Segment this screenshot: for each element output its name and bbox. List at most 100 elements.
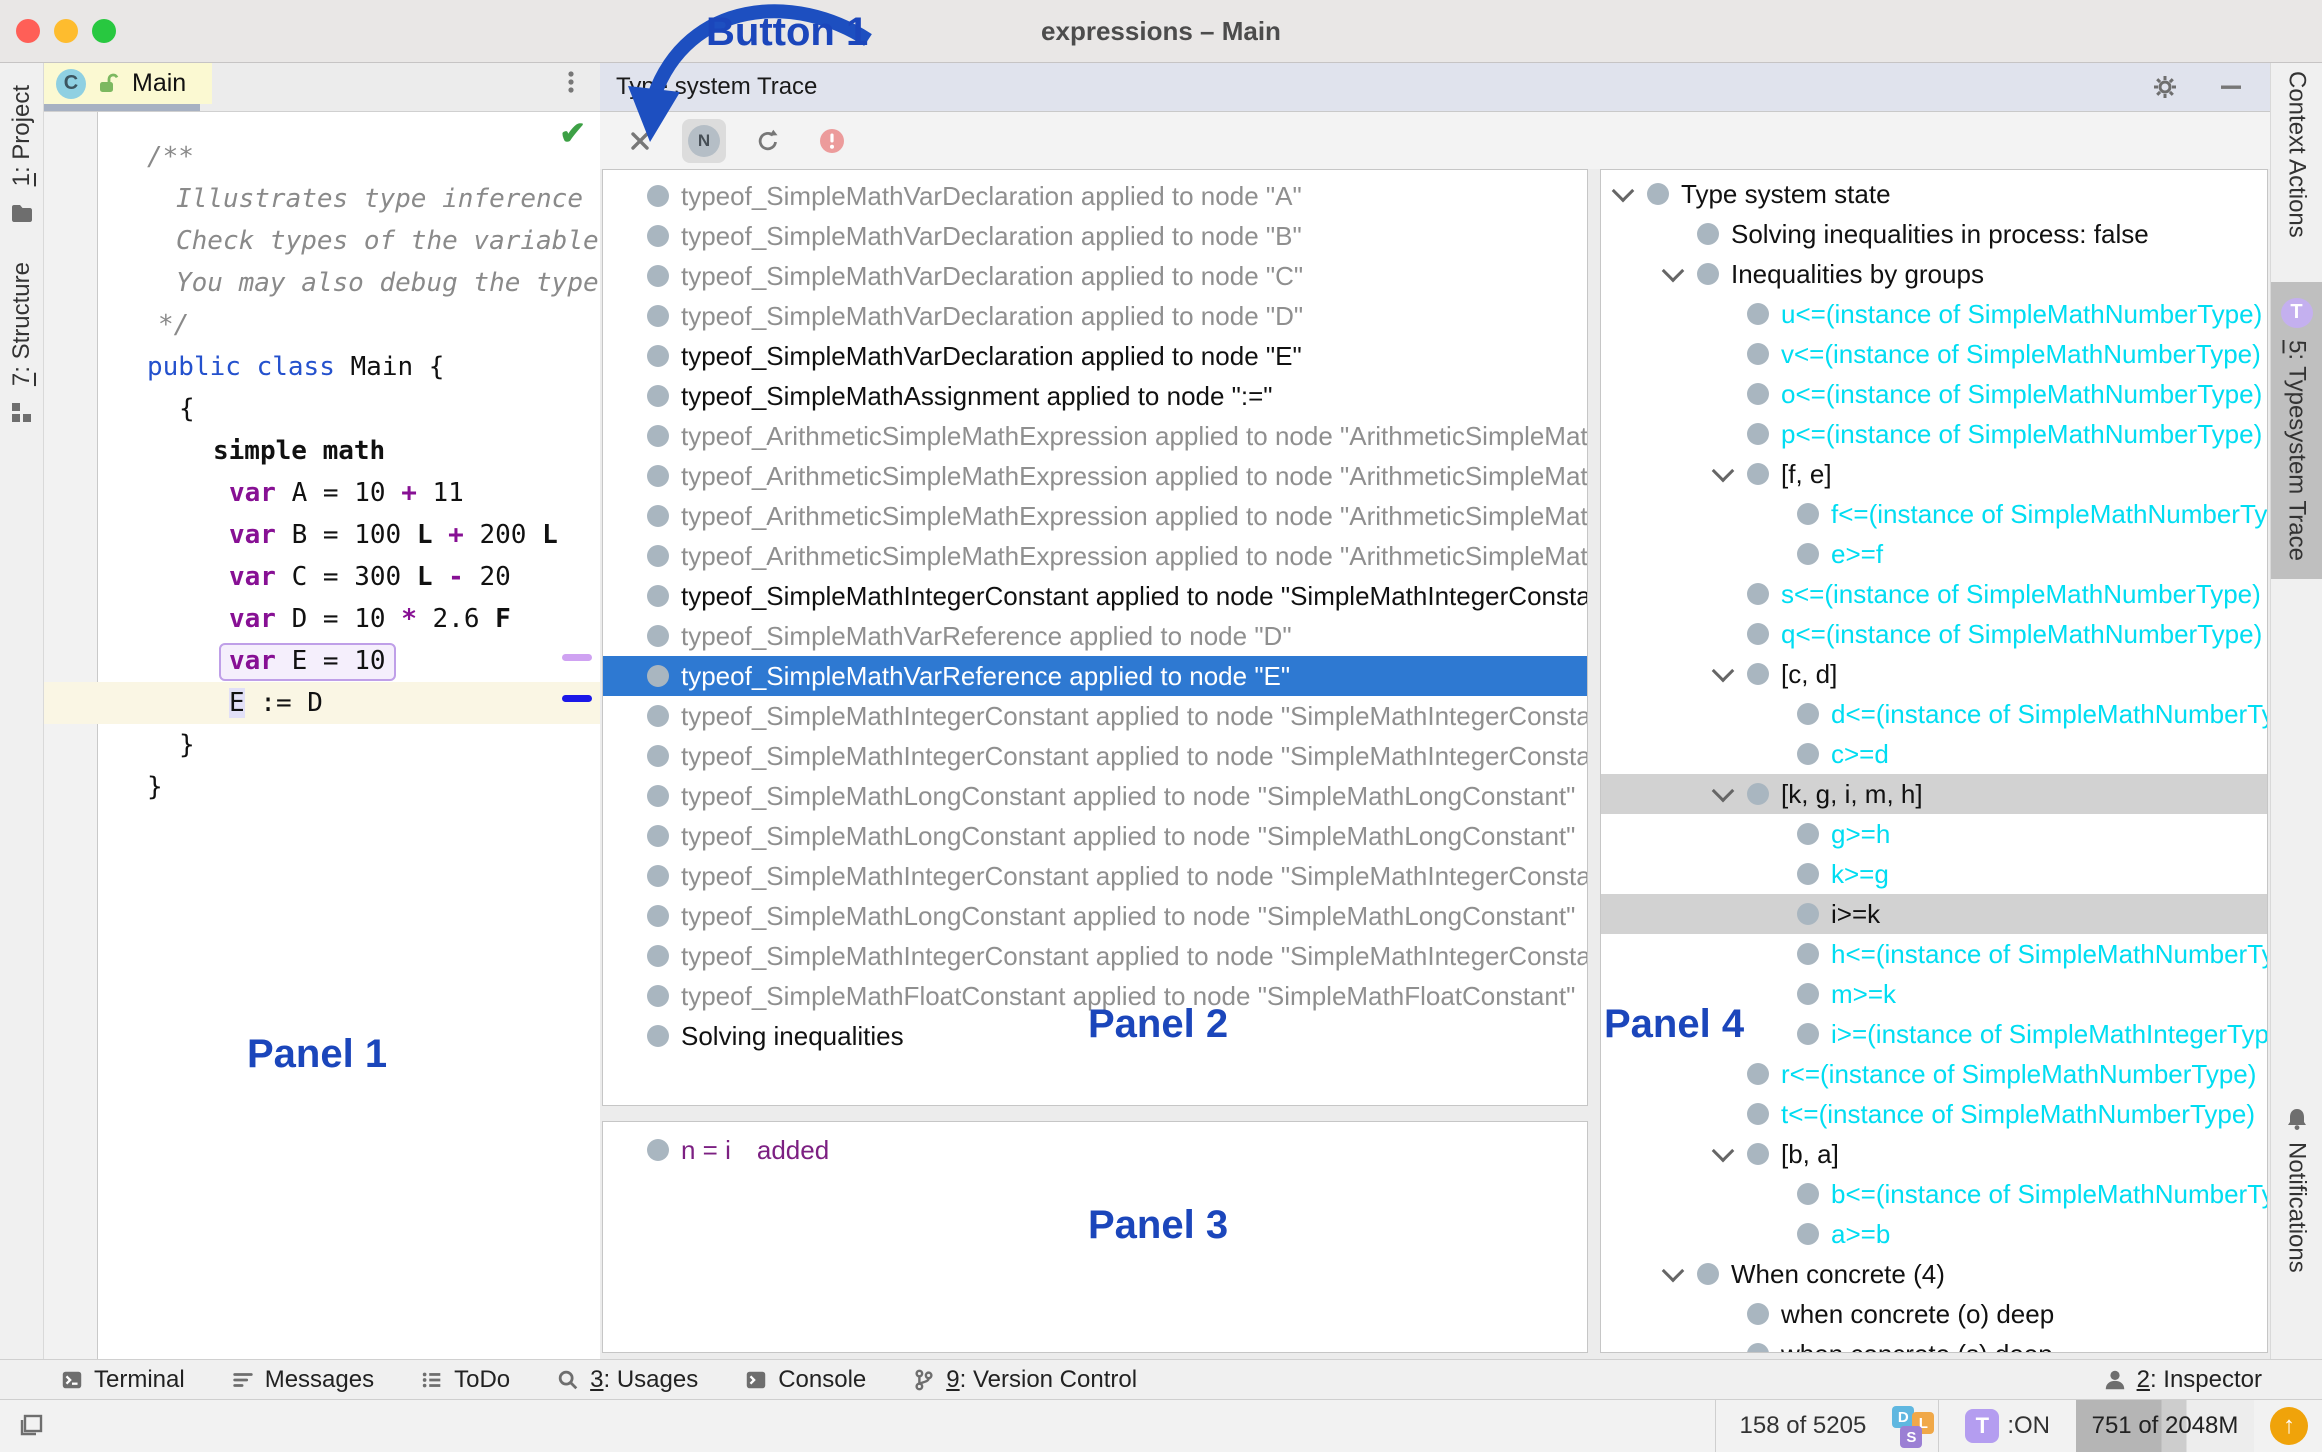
tree-row[interactable]: b<=(instance of SimpleMathNumberType) <box>1601 1174 2267 1214</box>
typesystem-toggle[interactable]: T :ON <box>1939 1409 2076 1443</box>
trace-row[interactable]: typeof_SimpleMathIntegerConstant applied… <box>603 576 1587 616</box>
update-available-icon[interactable]: ↑ <box>2270 1407 2308 1445</box>
code-line[interactable]: var A = 10 + 11 <box>98 472 600 514</box>
code-line[interactable]: var D = 10 * 2.6 F <box>98 598 600 640</box>
trace-row[interactable]: typeof_SimpleMathVarReference applied to… <box>603 616 1587 656</box>
node-toggle-button[interactable]: N <box>682 119 726 163</box>
trace-row[interactable]: typeof_SimpleMathIntegerConstant applied… <box>603 936 1587 976</box>
tree-row[interactable]: o<=(instance of SimpleMathNumberType) <box>1601 374 2267 414</box>
refresh-button[interactable] <box>746 119 790 163</box>
close-button[interactable] <box>16 19 40 43</box>
tree-row[interactable]: e>=f <box>1601 534 2267 574</box>
trace-row[interactable]: typeof_SimpleMathAssignment applied to n… <box>603 376 1587 416</box>
tree-row[interactable]: r<=(instance of SimpleMathNumberType) <box>1601 1054 2267 1094</box>
tree-row[interactable]: Inequalities by groups <box>1601 254 2267 294</box>
tree-row[interactable]: Type system state <box>1601 174 2267 214</box>
trace-row[interactable]: typeof_SimpleMathLongConstant applied to… <box>603 776 1587 816</box>
sidebar-item-typesystem-trace[interactable]: T 5: Typesystem Trace <box>2271 282 2322 579</box>
caret-position-indicator[interactable]: 158 of 5205 <box>1716 1412 1891 1440</box>
tree-row[interactable]: f<=(instance of SimpleMathNumberType) <box>1601 494 2267 534</box>
tree-row[interactable]: Solving inequalities in process: false <box>1601 214 2267 254</box>
toolwindow-button-console[interactable]: Console <box>744 1366 866 1394</box>
tab-main[interactable]: C Main <box>44 63 212 104</box>
trace-row[interactable]: typeof_SimpleMathLongConstant applied to… <box>603 816 1587 856</box>
tree-row[interactable]: g>=h <box>1601 814 2267 854</box>
code-line[interactable]: Illustrates type inference <box>98 178 600 220</box>
code-line[interactable]: public class Main { <box>98 346 600 388</box>
close-trace-button[interactable] <box>618 119 662 163</box>
trace-row[interactable]: typeof_SimpleMathIntegerConstant applied… <box>603 736 1587 776</box>
trace-row[interactable]: typeof_SimpleMathIntegerConstant applied… <box>603 856 1587 896</box>
code-line[interactable]: /** <box>98 136 600 178</box>
vertical-splitter[interactable] <box>1588 169 1600 1359</box>
code-editor[interactable]: /**Illustrates type inferenceCheck types… <box>44 111 600 1359</box>
minimize-button[interactable] <box>54 19 78 43</box>
code-line[interactable]: */ <box>98 304 600 346</box>
trace-operations-list[interactable]: typeof_SimpleMathVarDeclaration applied … <box>602 169 1588 1106</box>
horizontal-splitter[interactable] <box>602 1106 1588 1121</box>
tab-options-kebab-icon[interactable] <box>558 69 584 95</box>
dsl-languages-icon[interactable]: DLS <box>1890 1404 1938 1448</box>
toolwindow-button-todo[interactable]: ToDo <box>420 1366 510 1394</box>
code-line[interactable]: { <box>98 388 600 430</box>
tree-row[interactable]: t<=(instance of SimpleMathNumberType) <box>1601 1094 2267 1134</box>
code-line[interactable]: } <box>98 766 600 808</box>
tree-row[interactable]: k>=g <box>1601 854 2267 894</box>
sidebar-item--project[interactable]: 1: Project <box>8 85 36 262</box>
trace-row[interactable]: typeof_SimpleMathVarDeclaration applied … <box>603 296 1587 336</box>
trace-row[interactable]: typeof_SimpleMathVarReference applied to… <box>603 656 1587 696</box>
tree-row[interactable]: [b, a] <box>1601 1134 2267 1174</box>
tree-row[interactable]: p<=(instance of SimpleMathNumberType) <box>1601 414 2267 454</box>
tree-row[interactable]: q<=(instance of SimpleMathNumberType) <box>1601 614 2267 654</box>
memory-indicator[interactable]: 751 of 2048M <box>2076 1400 2254 1452</box>
code-line[interactable]: Check types of the variables <box>98 220 600 262</box>
code-line[interactable]: var B = 100 L + 200 L <box>98 514 600 556</box>
toolwindow-button-terminal[interactable]: Terminal <box>60 1366 185 1394</box>
trace-detail-row[interactable]: n = iadded <box>603 1130 1587 1170</box>
sidebar-item-context-actions[interactable]: Context Actions <box>2271 71 2322 238</box>
tree-row[interactable]: d<=(instance of SimpleMathNumberType) <box>1601 694 2267 734</box>
tree-row[interactable]: when concrete (s) deep <box>1601 1334 2267 1353</box>
tree-row[interactable]: [f, e] <box>1601 454 2267 494</box>
tool-windows-icon[interactable] <box>18 1413 44 1439</box>
code-line[interactable]: You may also debug the typesystem <box>98 262 600 304</box>
trace-row[interactable]: typeof_ArithmeticSimpleMathExpression ap… <box>603 456 1587 496</box>
gear-icon[interactable] <box>2152 74 2178 100</box>
tree-row[interactable]: v<=(instance of SimpleMathNumberType) <box>1601 334 2267 374</box>
trace-row[interactable]: typeof_SimpleMathIntegerConstant applied… <box>603 696 1587 736</box>
toolwindow-button--version-control[interactable]: 9: Version Control <box>912 1366 1137 1394</box>
tree-row[interactable]: [k, g, i, m, h] <box>1601 774 2267 814</box>
trace-row[interactable]: typeof_SimpleMathVarDeclaration applied … <box>603 336 1587 376</box>
trace-row[interactable]: typeof_SimpleMathVarDeclaration applied … <box>603 256 1587 296</box>
code-area[interactable]: /**Illustrates type inferenceCheck types… <box>98 136 600 808</box>
tree-row[interactable]: i>=k <box>1601 894 2267 934</box>
tree-row[interactable]: h<=(instance of SimpleMathNumberType) <box>1601 934 2267 974</box>
code-line[interactable]: var C = 300 L - 20 <box>98 556 600 598</box>
tree-row[interactable]: when concrete (o) deep <box>1601 1294 2267 1334</box>
trace-row[interactable]: typeof_SimpleMathLongConstant applied to… <box>603 896 1587 936</box>
tree-row[interactable]: a>=b <box>1601 1214 2267 1254</box>
trace-row[interactable]: typeof_ArithmeticSimpleMathExpression ap… <box>603 416 1587 456</box>
trace-row[interactable]: typeof_SimpleMathVarDeclaration applied … <box>603 176 1587 216</box>
toolwindow-button-inspector[interactable]: 2: Inspector <box>2103 1366 2262 1394</box>
type-system-state-tree[interactable]: Type system stateSolving inequalities in… <box>1600 169 2268 1353</box>
tree-row[interactable]: c>=d <box>1601 734 2267 774</box>
code-line[interactable]: } <box>98 724 600 766</box>
trace-row[interactable]: typeof_SimpleMathVarDeclaration applied … <box>603 216 1587 256</box>
zoom-button[interactable] <box>92 19 116 43</box>
sidebar-item-notifications[interactable]: Notifications <box>2271 1106 2322 1273</box>
sidebar-item--structure[interactable]: 7: Structure <box>8 262 36 462</box>
tree-row[interactable]: When concrete (4) <box>1601 1254 2267 1294</box>
tree-row[interactable]: u<=(instance of SimpleMathNumberType) <box>1601 294 2267 334</box>
tree-row[interactable]: [c, d] <box>1601 654 2267 694</box>
trace-row[interactable]: typeof_ArithmeticSimpleMathExpression ap… <box>603 536 1587 576</box>
code-line[interactable]: simple math <box>98 430 600 472</box>
minimize-panel-icon[interactable] <box>2218 74 2244 100</box>
toolwindow-button--usages[interactable]: 3: Usages <box>556 1366 698 1394</box>
errors-button[interactable] <box>810 119 854 163</box>
code-line[interactable]: E := D <box>44 682 600 724</box>
code-line[interactable]: var E = 10 <box>98 640 600 682</box>
tree-row[interactable]: s<=(instance of SimpleMathNumberType) <box>1601 574 2267 614</box>
toolwindow-button-messages[interactable]: Messages <box>231 1366 374 1394</box>
trace-row[interactable]: typeof_ArithmeticSimpleMathExpression ap… <box>603 496 1587 536</box>
